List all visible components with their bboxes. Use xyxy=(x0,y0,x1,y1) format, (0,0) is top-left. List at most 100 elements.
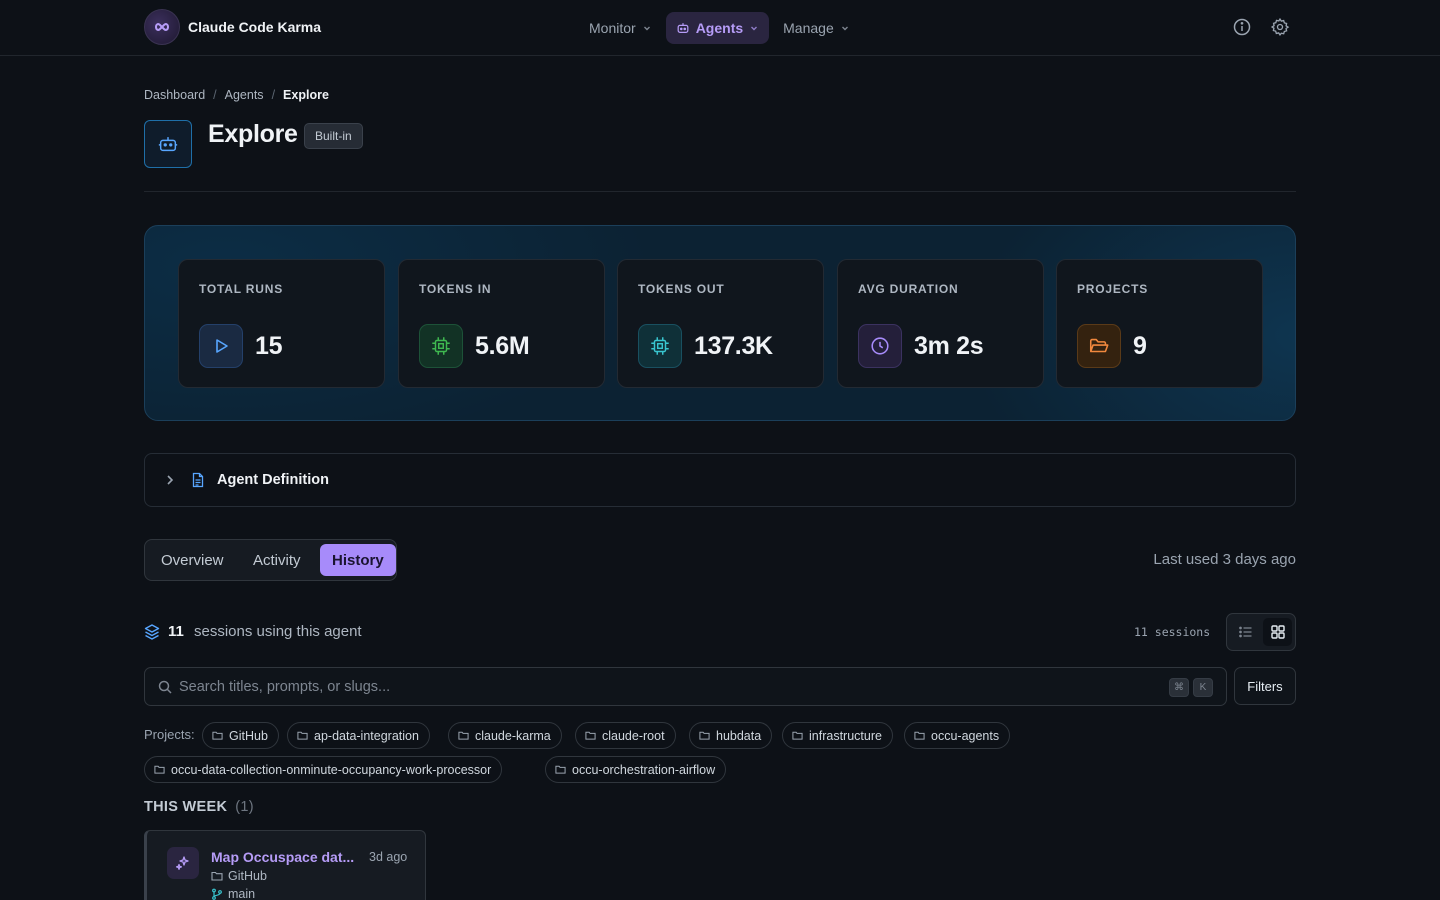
project-chip-label: ap-data-integration xyxy=(314,728,419,743)
stat-value: 15 xyxy=(255,332,283,360)
builtin-badge: Built-in xyxy=(304,123,363,149)
stat-label: TOKENS IN xyxy=(419,282,492,296)
breadcrumb-agents[interactable]: Agents xyxy=(225,88,264,102)
view-toggle xyxy=(1226,613,1296,651)
layers-icon xyxy=(144,624,160,640)
stat-card-tokens-in: TOKENS IN 5.6M xyxy=(398,259,605,388)
agent-definition-toggle[interactable]: Agent Definition xyxy=(144,453,1296,507)
breadcrumb-dashboard[interactable]: Dashboard xyxy=(144,88,205,102)
sparkles-icon xyxy=(167,847,199,879)
breadcrumb-separator: / xyxy=(271,88,276,102)
kbd-k: K xyxy=(1193,678,1213,697)
project-chip[interactable]: occu-orchestration-airflow xyxy=(545,756,727,783)
project-chip-label: claude-root xyxy=(602,728,665,743)
project-chip-label: hubdata xyxy=(716,728,762,743)
divider xyxy=(144,191,1296,192)
app-name: Claude Code Karma xyxy=(188,19,322,35)
session-title[interactable]: Map Occuspace dat... xyxy=(211,849,354,865)
cpu-icon xyxy=(638,324,682,368)
gear-icon[interactable] xyxy=(1270,17,1290,37)
folder-open-icon xyxy=(1077,324,1121,368)
folder-icon xyxy=(792,731,803,740)
stat-card-projects: PROJECTS 9 xyxy=(1056,259,1263,388)
nav-monitor[interactable]: Monitor xyxy=(579,12,662,44)
stats-panel: TOTAL RUNS 15 TOKENS IN 5.6M TOKENS OUT … xyxy=(144,225,1296,421)
search-box: ⌘ K xyxy=(144,667,1227,706)
bot-icon xyxy=(158,137,178,152)
document-icon xyxy=(192,472,204,488)
filters-button[interactable]: Filters xyxy=(1234,667,1296,705)
clock-icon xyxy=(858,324,902,368)
grid-view-button[interactable] xyxy=(1263,618,1292,646)
session-project-label: GitHub xyxy=(228,869,267,883)
project-chip[interactable]: ap-data-integration xyxy=(287,722,430,749)
nav-agents-label: Agents xyxy=(695,20,744,36)
session-project: GitHub xyxy=(211,869,267,883)
projects-label: Projects: xyxy=(144,727,195,742)
stat-card-total-runs: TOTAL RUNS 15 xyxy=(178,259,385,388)
project-chip[interactable]: claude-karma xyxy=(448,722,562,749)
folder-icon xyxy=(458,731,469,740)
session-card[interactable]: Map Occuspace dat... 3d ago GitHub main xyxy=(144,830,426,900)
project-chip[interactable]: GitHub xyxy=(202,722,279,749)
session-time: 3d ago xyxy=(369,850,408,864)
nav-manage-label: Manage xyxy=(783,20,834,36)
project-chip-label: occu-data-collection-onminute-occupancy-… xyxy=(171,762,492,777)
chevron-down-icon xyxy=(643,26,650,31)
project-chip-label: claude-karma xyxy=(475,728,551,743)
stat-value: 5.6M xyxy=(475,332,530,360)
session-branch: main xyxy=(211,887,255,900)
grid-icon xyxy=(1270,625,1285,639)
project-chip[interactable]: claude-root xyxy=(575,722,676,749)
tab-activity[interactable]: Activity xyxy=(241,544,313,576)
search-icon xyxy=(158,680,172,694)
week-label: THIS WEEK xyxy=(144,799,228,815)
stat-label: AVG DURATION xyxy=(858,282,959,296)
stat-label: TOTAL RUNS xyxy=(199,282,284,296)
stat-value: 9 xyxy=(1133,332,1147,360)
chevron-right-icon xyxy=(167,475,174,485)
session-branch-label: main xyxy=(228,887,256,900)
tab-overview[interactable]: Overview xyxy=(149,544,236,576)
project-chip-label: occu-agents xyxy=(931,728,1000,743)
page-title: Explore xyxy=(208,120,298,148)
list-view-button[interactable] xyxy=(1231,618,1260,646)
tab-bar: Overview Activity History xyxy=(144,539,397,581)
top-navigation: Claude Code Karma Monitor Agents Manage xyxy=(0,0,1440,56)
stat-card-tokens-out: TOKENS OUT 137.3K xyxy=(617,259,824,388)
nav-manage[interactable]: Manage xyxy=(773,12,860,44)
project-chip[interactable]: infrastructure xyxy=(782,722,893,749)
breadcrumb-current: Explore xyxy=(283,88,329,102)
project-chip[interactable]: occu-agents xyxy=(904,722,1011,749)
folder-icon xyxy=(212,731,223,740)
play-icon xyxy=(199,324,243,368)
folder-icon xyxy=(699,731,710,740)
info-icon[interactable] xyxy=(1232,17,1252,37)
stat-label: TOKENS OUT xyxy=(638,282,725,296)
sessions-count: 11 xyxy=(168,623,184,640)
folder-icon xyxy=(154,765,165,774)
brand[interactable]: Claude Code Karma xyxy=(144,9,321,45)
logo-icon xyxy=(144,9,180,45)
folder-icon xyxy=(585,731,596,740)
breadcrumb-separator: / xyxy=(213,88,217,102)
nav-monitor-label: Monitor xyxy=(589,20,636,36)
week-count: (1) xyxy=(235,799,254,815)
stat-value: 3m 2s xyxy=(914,332,984,360)
agent-definition-label: Agent Definition xyxy=(217,472,329,488)
folder-icon xyxy=(914,731,925,740)
git-branch-icon xyxy=(212,888,222,900)
chevron-down-icon xyxy=(751,26,758,31)
project-chip[interactable]: occu-data-collection-onminute-occupancy-… xyxy=(144,756,503,783)
nav-agents[interactable]: Agents xyxy=(665,12,770,44)
stat-value: 137.3K xyxy=(694,332,773,360)
cpu-icon xyxy=(419,324,463,368)
sessions-text: sessions using this agent xyxy=(194,623,362,640)
list-icon xyxy=(1238,626,1251,638)
search-input[interactable] xyxy=(179,668,1159,705)
project-chip[interactable]: hubdata xyxy=(689,722,773,749)
project-chip-label: GitHub xyxy=(229,728,268,743)
last-used-text: Last used 3 days ago xyxy=(1153,551,1296,568)
project-chip-label: occu-orchestration-airflow xyxy=(572,762,716,777)
tab-history[interactable]: History xyxy=(320,544,396,576)
